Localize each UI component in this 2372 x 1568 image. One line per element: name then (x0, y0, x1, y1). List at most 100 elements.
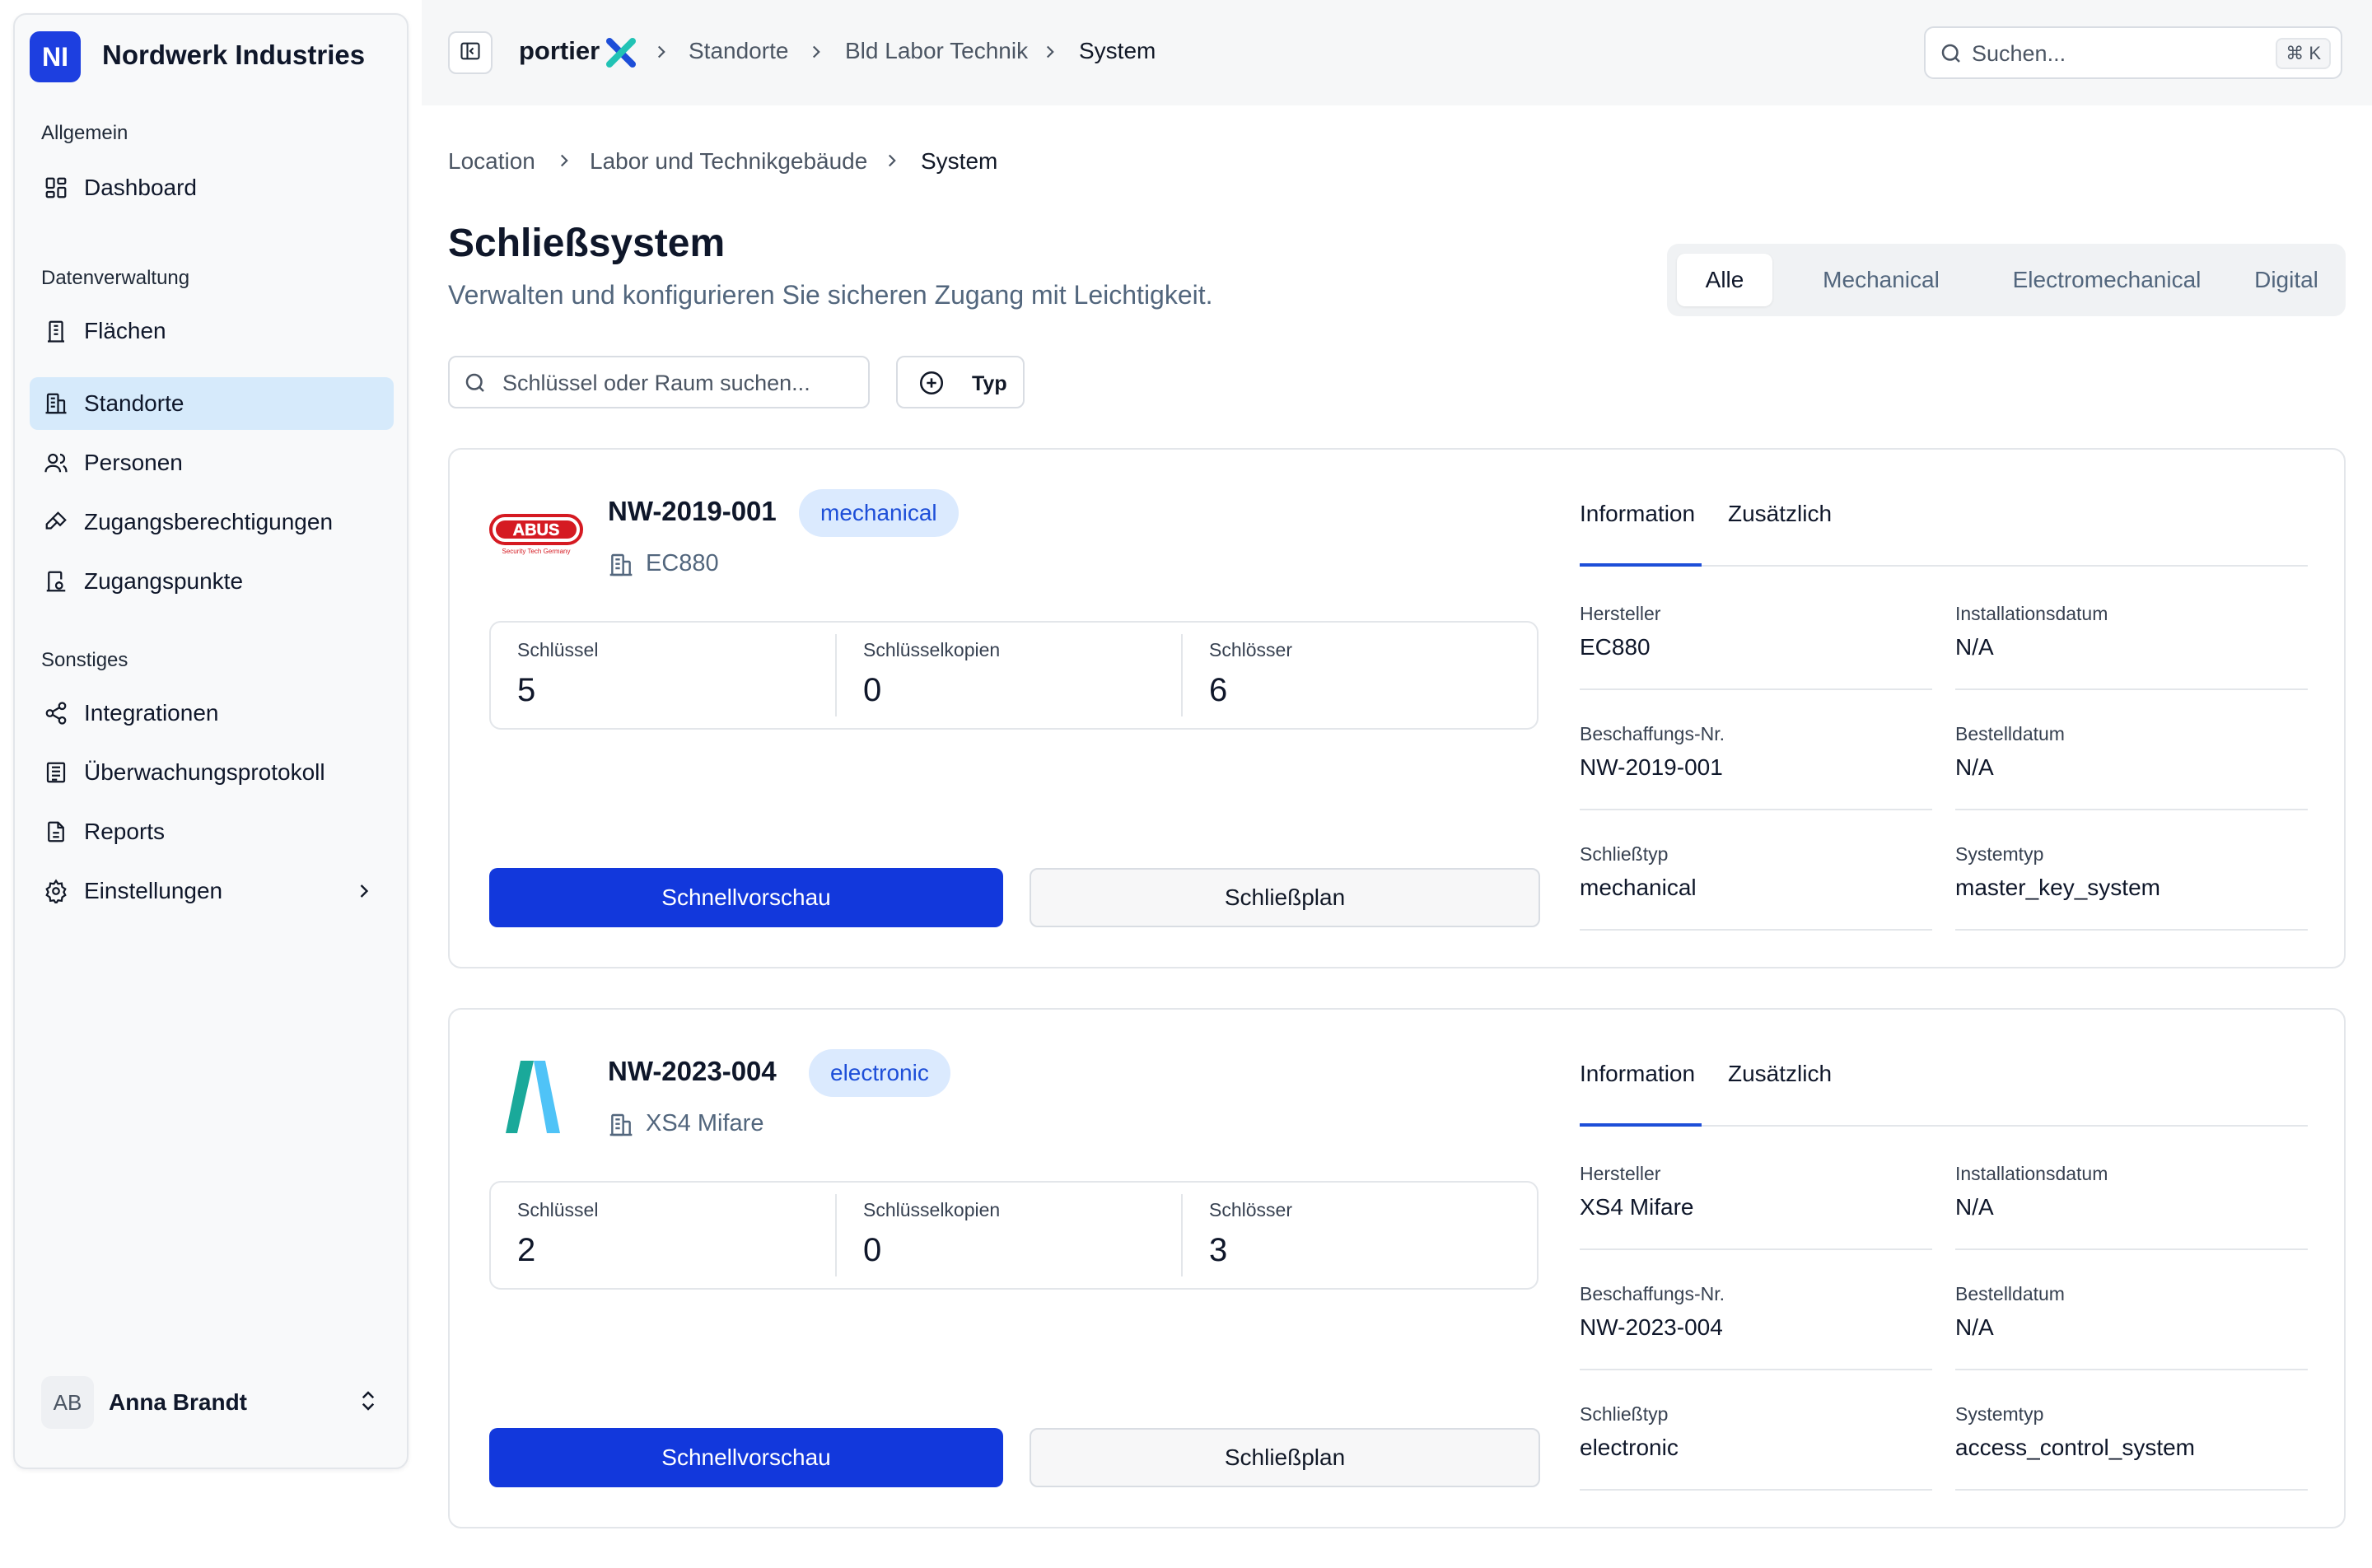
info-order-date: Bestelldatum N/A (1955, 690, 2308, 810)
users-icon (41, 448, 71, 478)
chevron-updown-icon (356, 1387, 381, 1419)
stat-label: Schlösser (1209, 1199, 1292, 1220)
page-title: Schließsystem (448, 222, 726, 265)
brand-x-icon (605, 36, 637, 73)
sidebar-item-label: Zugangspunkte (84, 568, 244, 594)
office-building-icon (41, 389, 71, 418)
global-search-input[interactable]: Suchen... ⌘ K (1924, 26, 2342, 79)
sidebar-item-personen[interactable]: Personen (30, 436, 394, 489)
key-icon (41, 507, 71, 537)
tab-information[interactable]: Information (1580, 1061, 1695, 1087)
system-stats: Schlüssel 2 Schlüsselkopien 0 Schlösser … (489, 1181, 1539, 1290)
info-label: Installationsdatum (1955, 1163, 2108, 1184)
gear-icon (41, 876, 71, 906)
sidebar-item-label: Flächen (84, 318, 166, 343)
segment-digital[interactable]: Digital (2234, 254, 2339, 306)
section-general-label: Allgemein (41, 122, 128, 144)
sidebar-toggle-button[interactable] (448, 31, 493, 74)
info-lock-type: Schließtyp electronic (1580, 1370, 1932, 1491)
info-label: Schließtyp (1580, 843, 1669, 865)
search-placeholder: Suchen... (1972, 41, 2066, 66)
stat-keys: Schlüssel 2 (491, 1183, 837, 1288)
info-label: Hersteller (1580, 1163, 1661, 1184)
stat-key-copies: Schlüsselkopien 0 (837, 1183, 1183, 1288)
info-install-date: Installationsdatum N/A (1955, 570, 2308, 690)
info-value: XS4 Mifare (1580, 1194, 1694, 1220)
info-manufacturer: Hersteller EC880 (1580, 570, 1932, 690)
system-id: NW-2019-001 (608, 496, 777, 526)
svg-text:Security Tech Germany: Security Tech Germany (502, 548, 571, 555)
user-menu[interactable]: AB Anna Brandt (41, 1374, 395, 1431)
quick-preview-button[interactable]: Schnellvorschau (489, 868, 1003, 927)
type-filter-segmented: Alle Mechanical Electromechanical Digita… (1667, 244, 2346, 316)
info-label: Beschaffungs-Nr. (1580, 723, 1725, 744)
type-filter-button[interactable]: Typ (896, 356, 1025, 408)
sidebar-item-label: Reports (84, 819, 166, 844)
sidebar-item-label: Überwachungsprotokoll (84, 759, 325, 785)
sidebar-item-zugangspunkte[interactable]: Zugangspunkte (30, 555, 394, 608)
abus-logo: ABUS Security Tech Germany (489, 512, 583, 562)
stat-label: Schlösser (1209, 639, 1292, 660)
avatar: AB (41, 1376, 94, 1429)
info-install-date: Installationsdatum N/A (1955, 1130, 2308, 1250)
info-label: Systemtyp (1955, 843, 2044, 865)
info-lock-type: Schließtyp mechanical (1580, 810, 1932, 931)
stat-keys: Schlüssel 5 (491, 623, 837, 728)
sidebar-item-label: Personen (84, 450, 183, 475)
tab-zusaetzlich[interactable]: Zusätzlich (1728, 501, 1832, 527)
page-breadcrumb-location[interactable]: Location (448, 148, 535, 175)
info-value: NW-2023-004 (1580, 1314, 1723, 1340)
segment-alle[interactable]: Alle (1677, 254, 1772, 306)
search-icon (463, 371, 488, 399)
segment-mechanical[interactable]: Mechanical (1782, 254, 1980, 306)
lock-plan-button[interactable]: Schließplan (1030, 1428, 1540, 1487)
sidebar-item-label: Standorte (84, 390, 184, 416)
quick-preview-button[interactable]: Schnellvorschau (489, 1428, 1003, 1487)
stat-locks: Schlösser 6 (1183, 623, 1529, 728)
stat-value: 3 (1209, 1232, 1228, 1268)
report-icon (41, 817, 71, 847)
active-tab-indicator (1580, 563, 1702, 567)
lock-plan-button[interactable]: Schließplan (1030, 868, 1540, 927)
sidebar-item-label: Integrationen (84, 700, 219, 726)
plus-circle-icon (918, 369, 946, 401)
sidebar-item-einstellungen[interactable]: Einstellungen (30, 865, 394, 917)
page-breadcrumb-building[interactable]: Labor und Technikgebäude (590, 148, 867, 175)
sidebar-item-reports[interactable]: Reports (30, 805, 394, 858)
sidebar: NI Nordwerk Industries Allgemein Dashboa… (13, 13, 409, 1469)
sidebar-item-flaechen[interactable]: Flächen (30, 305, 394, 357)
brand-logo[interactable]: portier (519, 36, 600, 66)
info-label: Schließtyp (1580, 1403, 1669, 1425)
sidebar-item-dashboard[interactable]: Dashboard (30, 161, 394, 214)
tab-zusaetzlich[interactable]: Zusätzlich (1728, 1061, 1832, 1087)
breadcrumb-building[interactable]: Bld Labor Technik (845, 38, 1028, 64)
breadcrumb-standorte[interactable]: Standorte (689, 38, 788, 64)
info-value: N/A (1955, 634, 1994, 660)
tab-information[interactable]: Information (1580, 501, 1695, 527)
org-logo[interactable]: NI (30, 31, 81, 82)
chevron-right-icon (805, 40, 827, 68)
sidebar-item-standorte[interactable]: Standorte (30, 377, 394, 430)
sidebar-item-label: Zugangsberechtigungen (84, 509, 334, 534)
org-name[interactable]: Nordwerk Industries (102, 40, 365, 71)
stat-label: Schlüssel (517, 639, 599, 660)
sidebar-item-integrationen[interactable]: Integrationen (30, 687, 394, 740)
info-value: N/A (1955, 754, 1994, 780)
segment-electromechanical[interactable]: Electromechanical (1983, 254, 2230, 306)
building-icon (41, 316, 71, 346)
key-room-search-input[interactable]: Schlüssel oder Raum suchen... (448, 356, 870, 408)
system-model: XS4 Mifare (646, 1110, 764, 1136)
search-placeholder: Schlüssel oder Raum suchen... (502, 371, 810, 395)
stat-value: 6 (1209, 672, 1228, 708)
card-tabs: Information Zusätzlich (1580, 501, 2308, 567)
type-filter-label: Typ (972, 372, 1007, 395)
sidebar-item-zugangsberechtigungen[interactable]: Zugangsberechtigungen (30, 496, 394, 548)
shortcut-badge: ⌘ K (2276, 38, 2331, 69)
sidebar-item-label: Einstellungen (84, 878, 223, 903)
info-value: master_key_system (1955, 875, 2160, 900)
sidebar-item-ueberwachungsprotokoll[interactable]: Überwachungsprotokoll (30, 746, 394, 799)
info-manufacturer: Hersteller XS4 Mifare (1580, 1130, 1932, 1250)
svg-text:ABUS: ABUS (513, 521, 560, 539)
info-procurement-no: Beschaffungs-Nr. NW-2019-001 (1580, 690, 1932, 810)
system-type-badge: electronic (809, 1049, 950, 1097)
